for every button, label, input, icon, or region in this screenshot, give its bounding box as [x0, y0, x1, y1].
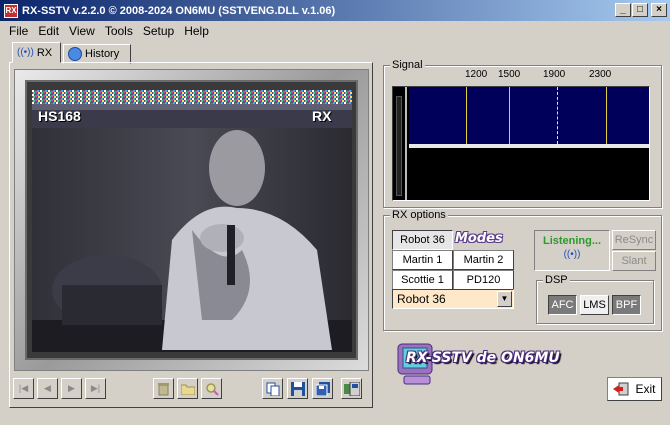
chevron-down-icon[interactable]: ▼: [497, 291, 512, 307]
next-icon: ▶: [68, 383, 75, 393]
received-sstv-image: HS168 RX: [32, 90, 352, 352]
signal-label: Signal: [390, 59, 425, 71]
first-icon: |◀: [18, 383, 29, 393]
spectrum-display: [409, 87, 649, 144]
rx-options-group: RX options Robot 36 Modes Martin 1 Marti…: [383, 209, 662, 331]
freq-1900: 1900: [543, 69, 566, 80]
antenna-status-icon: ((•)): [563, 249, 581, 260]
menu-view[interactable]: View: [64, 24, 100, 38]
last-icon: ▶|: [90, 383, 101, 393]
first-image-button[interactable]: |◀: [13, 378, 34, 399]
save-as-icon: [315, 381, 330, 396]
title-bar[interactable]: RX RX-SSTV v.2.2.0 © 2008-2024 ON6MU (SS…: [0, 0, 670, 21]
signal-group: Signal 1200 1500 1900 2300: [383, 59, 662, 208]
exit-icon: [613, 382, 629, 396]
listening-text: Listening...: [542, 235, 602, 247]
history-icon: [68, 47, 82, 61]
freq-2300: 2300: [589, 69, 612, 80]
copy-button[interactable]: [262, 378, 283, 399]
dsp-label: DSP: [543, 274, 570, 286]
save-as-button[interactable]: [312, 378, 333, 399]
floppy-icon: [290, 381, 305, 396]
lms-toggle[interactable]: LMS: [580, 295, 609, 315]
mode-martin1-button[interactable]: Martin 1: [392, 250, 453, 270]
image-bevel: HS168 RX: [25, 80, 358, 360]
save-button[interactable]: [287, 378, 308, 399]
export-button[interactable]: [341, 378, 362, 399]
modes-label: Modes: [455, 231, 503, 246]
listening-status: Listening... ((•)): [534, 230, 610, 271]
minimize-button[interactable]: _: [615, 3, 631, 17]
menu-edit[interactable]: Edit: [33, 24, 64, 38]
trash-icon: [158, 382, 169, 395]
sstv-picture: [32, 90, 352, 352]
copy-icon: [266, 382, 279, 396]
logo-text: RX-SSTV de ON6MU: [406, 350, 560, 366]
next-image-button[interactable]: ▶: [61, 378, 82, 399]
prev-icon: ◀: [44, 383, 51, 393]
bpf-toggle[interactable]: BPF: [612, 295, 641, 315]
menu-help[interactable]: Help: [179, 24, 214, 38]
rx-options-label: RX options: [390, 209, 448, 221]
window-title: RX-SSTV v.2.2.0 © 2008-2024 ON6MU (SSTVE…: [22, 4, 336, 17]
delete-button[interactable]: [153, 378, 174, 399]
mode-select[interactable]: Robot 36 ▼: [392, 289, 514, 309]
last-image-button[interactable]: ▶|: [85, 378, 106, 399]
afc-toggle[interactable]: AFC: [548, 295, 577, 315]
menu-setup[interactable]: Setup: [138, 24, 179, 38]
mode-robot36-button[interactable]: Robot 36: [392, 230, 453, 250]
app-icon[interactable]: RX: [4, 3, 18, 18]
tab-rx[interactable]: ((•)) RX: [12, 42, 61, 63]
mode-pd120-button[interactable]: PD120: [453, 270, 514, 290]
level-meter: [393, 87, 407, 200]
maximize-button[interactable]: □: [632, 3, 648, 17]
zoom-button[interactable]: [201, 378, 222, 399]
menu-file[interactable]: File: [4, 24, 33, 38]
antenna-icon: ((•)): [17, 47, 34, 58]
menu-bar: File Edit View Tools Setup Help: [0, 21, 670, 40]
mode-martin2-button[interactable]: Martin 2: [453, 250, 514, 270]
image-tag: RX: [312, 108, 332, 124]
resync-button[interactable]: ReSync: [612, 230, 656, 250]
tab-history-label: History: [85, 48, 120, 60]
freq-1500: 1500: [498, 69, 521, 80]
export-icon: [343, 381, 360, 396]
magnifier-icon: [205, 382, 219, 396]
exit-button[interactable]: Exit: [607, 377, 662, 401]
folder-icon: [180, 384, 195, 395]
signal-spectrum: [392, 86, 650, 201]
prev-image-button[interactable]: ◀: [37, 378, 58, 399]
open-folder-button[interactable]: [177, 378, 198, 399]
menu-tools[interactable]: Tools: [100, 24, 138, 38]
close-button[interactable]: ×: [651, 3, 667, 17]
image-callsign: HS168: [38, 108, 81, 124]
dsp-group: DSP AFC LMS BPF: [536, 274, 654, 324]
mode-select-value: Robot 36: [397, 292, 446, 306]
slant-button[interactable]: Slant: [612, 251, 656, 271]
freq-1200: 1200: [465, 69, 488, 80]
tab-history[interactable]: History: [63, 44, 131, 64]
image-frame: HS168 RX: [14, 69, 369, 371]
waterfall-display: [409, 148, 649, 200]
tab-rx-label: RX: [36, 46, 53, 59]
exit-label: Exit: [635, 382, 656, 396]
mode-scottie1-button[interactable]: Scottie 1: [392, 270, 453, 290]
